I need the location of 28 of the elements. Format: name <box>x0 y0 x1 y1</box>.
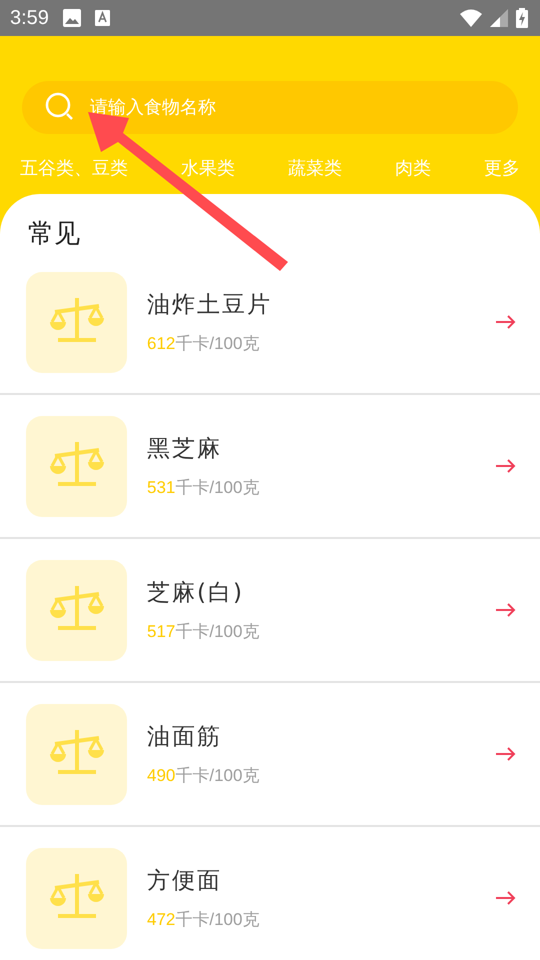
wifi-icon <box>460 9 482 27</box>
food-name: 方便面 <box>147 867 223 896</box>
calorie-text: 490千卡/100克 <box>147 765 260 787</box>
image-icon <box>62 9 81 27</box>
food-name: 油面筋 <box>147 723 223 752</box>
arrow-right-icon <box>496 603 516 617</box>
arrow-right-icon <box>496 459 516 473</box>
text-icon <box>94 10 110 26</box>
battery-icon <box>516 8 528 28</box>
status-time: 3:59 <box>10 6 49 30</box>
food-name: 芝麻(白) <box>147 579 245 608</box>
food-name: 黑芝麻 <box>147 435 223 464</box>
food-row[interactable]: 油面筋 490千卡/100克 <box>0 683 540 827</box>
food-row[interactable]: 黑芝麻 531千卡/100克 <box>0 395 540 539</box>
arrow-right-icon <box>496 891 516 905</box>
food-row[interactable]: 油炸土豆片 612千卡/100克 <box>0 251 540 395</box>
food-row[interactable]: 芝麻(白) 517千卡/100克 <box>0 539 540 683</box>
arrow-right-icon <box>496 315 516 329</box>
calorie-text: 472千卡/100克 <box>147 909 260 931</box>
calorie-text: 531千卡/100克 <box>147 477 260 499</box>
section-title: 常见 <box>28 218 80 251</box>
calorie-text: 517千卡/100克 <box>147 621 260 643</box>
arrow-right-icon <box>496 747 516 761</box>
calorie-text: 612千卡/100克 <box>147 333 260 355</box>
search-field[interactable]: 请输入食物名称 <box>22 81 518 134</box>
signal-icon <box>490 9 508 27</box>
food-row[interactable]: 方便面 472千卡/100克 <box>0 827 540 960</box>
food-name: 油炸土豆片 <box>147 291 273 320</box>
